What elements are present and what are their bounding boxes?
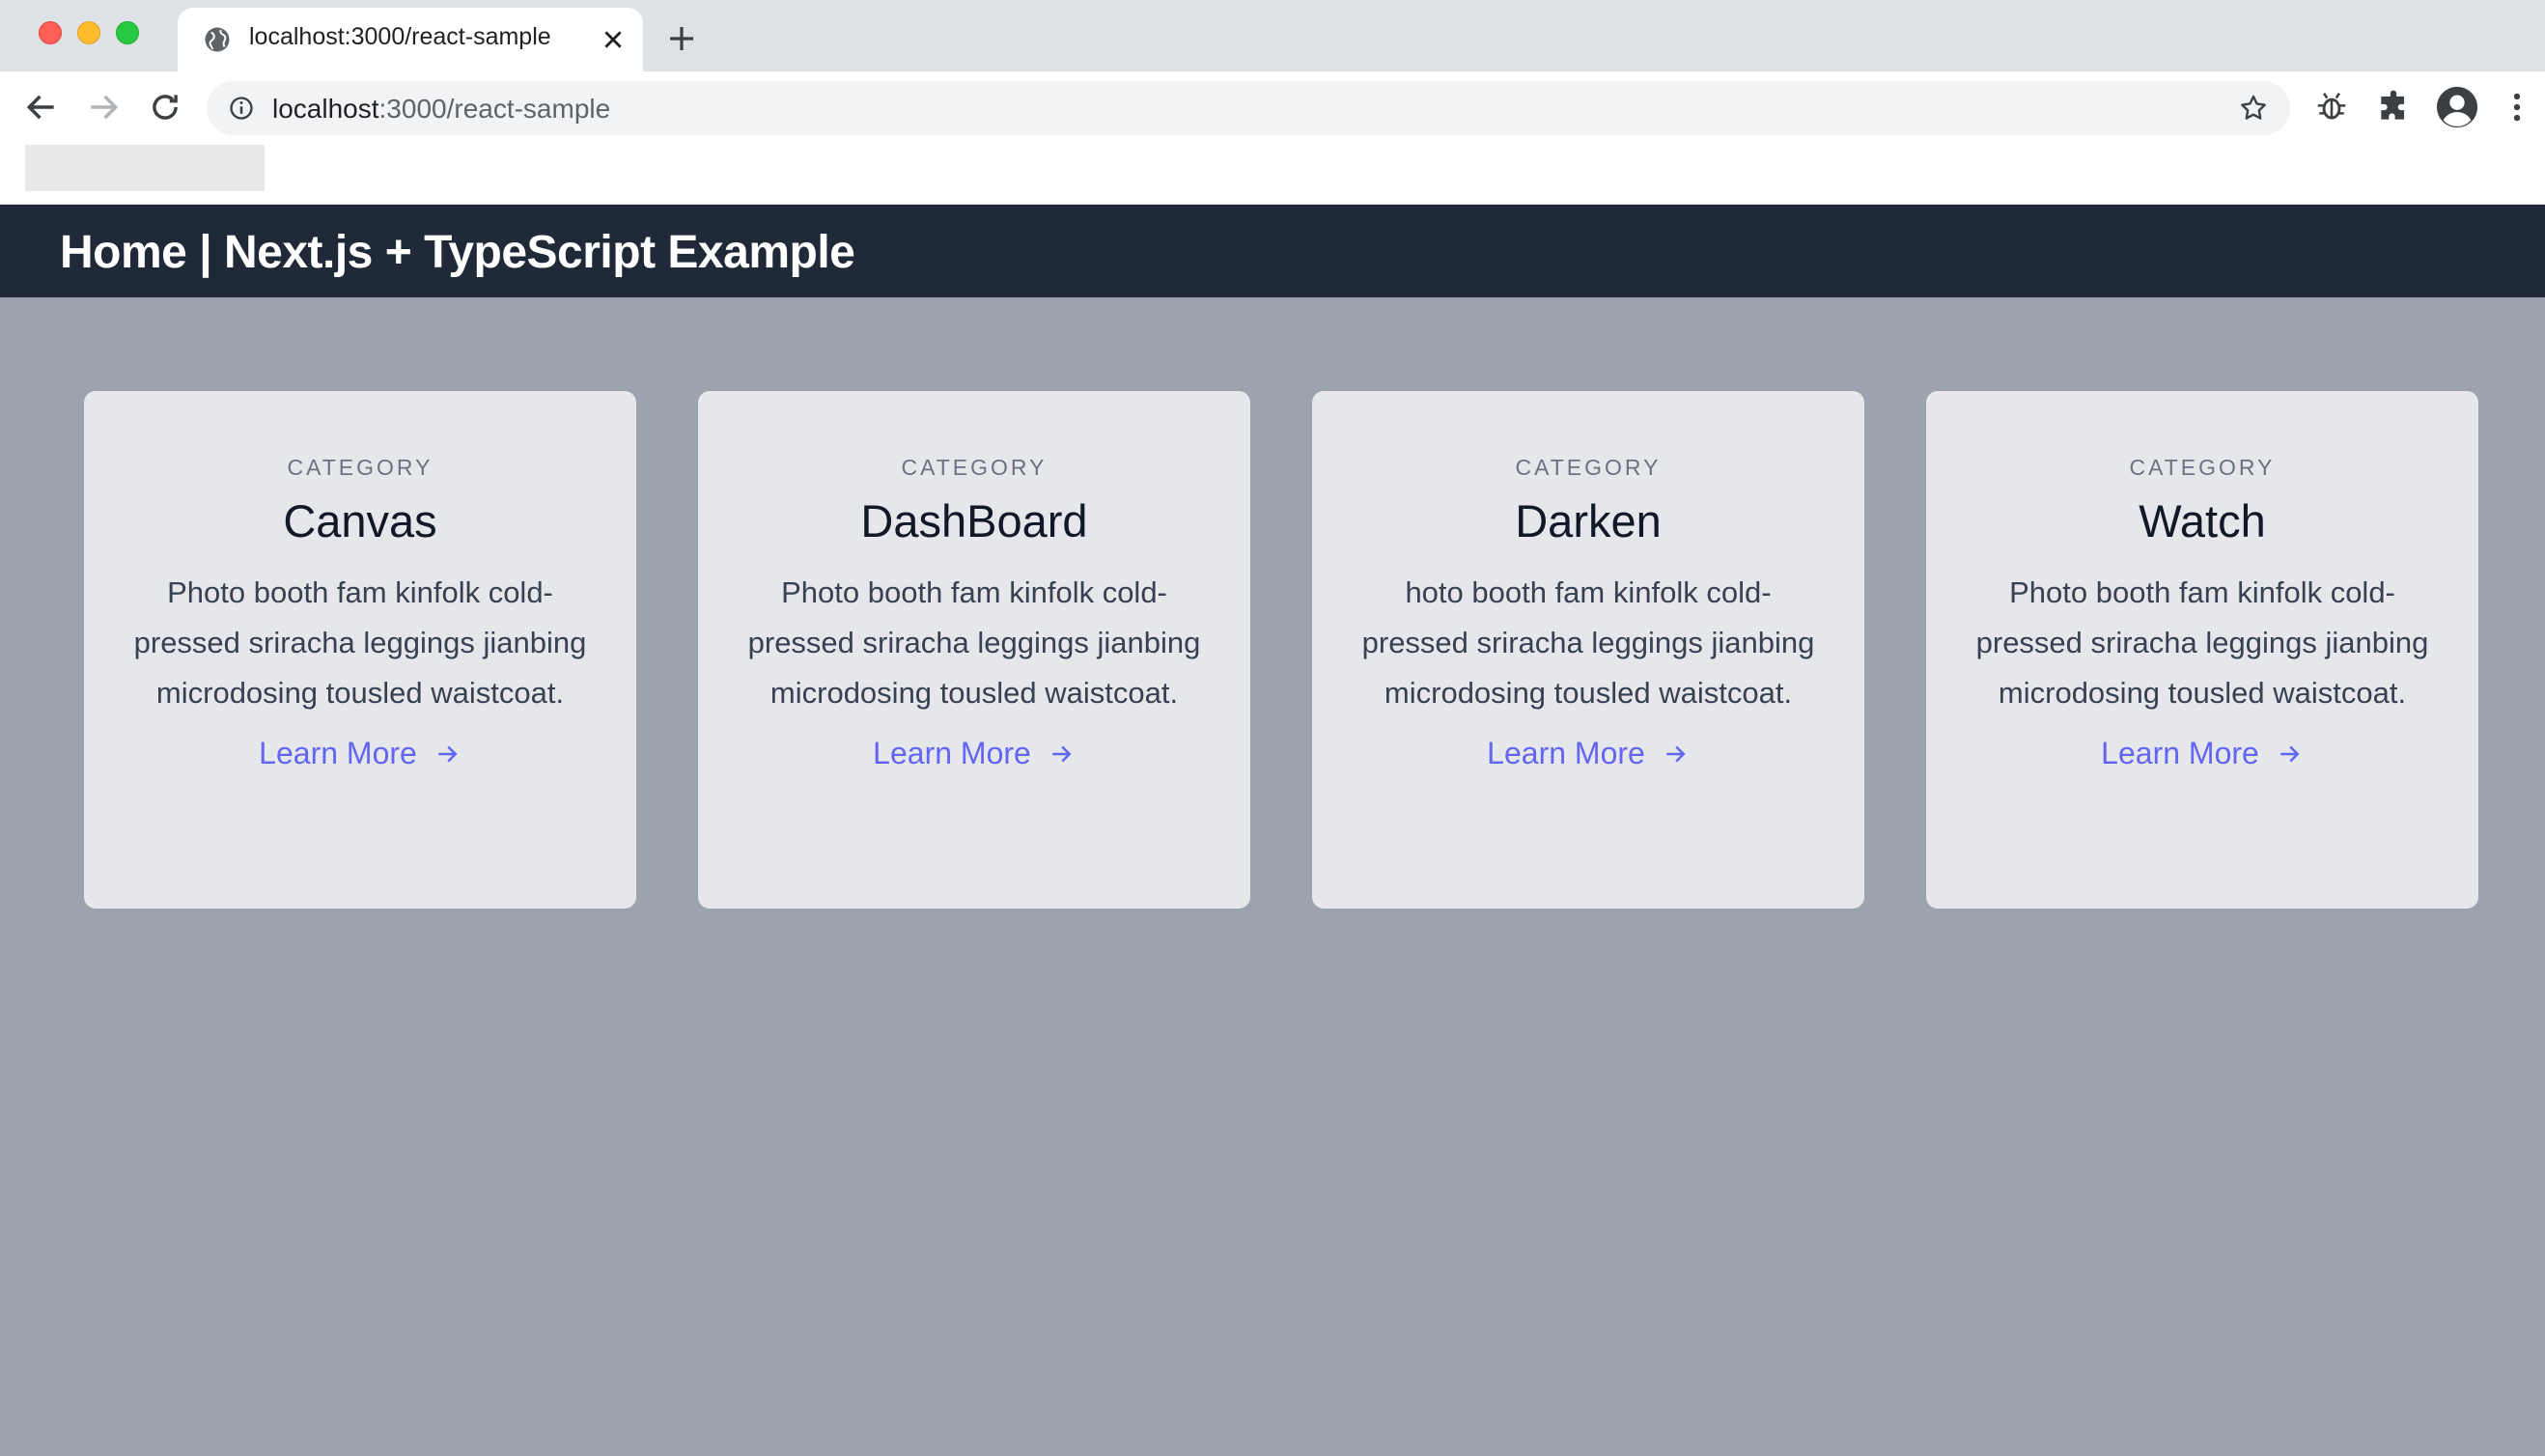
card-dashboard: CATEGORY DashBoard Photo booth fam kinfo… — [698, 391, 1250, 909]
globe-icon — [205, 27, 230, 52]
learn-more-label: Learn More — [873, 736, 1031, 770]
card-category: CATEGORY — [2129, 455, 2276, 480]
forward-arrow-icon[interactable] — [85, 89, 122, 126]
url-text: localhost:3000/react-sample — [272, 94, 610, 125]
card-description: Photo booth fam kinfolk cold-pressed sri… — [747, 575, 1201, 710]
card-title: Watch — [2139, 495, 2266, 546]
learn-more-link[interactable]: Learn More — [2101, 736, 2304, 771]
info-icon[interactable] — [228, 95, 255, 122]
arrow-right-icon — [438, 745, 458, 762]
tab-title: localhost:3000/react-sample — [249, 23, 551, 50]
card-category: CATEGORY — [901, 455, 1048, 480]
url-path: :3000/react-sample — [378, 94, 611, 124]
card-description: Photo booth fam kinfolk cold-pressed sri… — [133, 575, 587, 710]
bug-extension-icon[interactable] — [2313, 89, 2350, 126]
window-zoom-button[interactable] — [116, 21, 139, 44]
main-content: CATEGORY Canvas Photo booth fam kinfolk … — [0, 297, 2545, 1456]
close-icon[interactable] — [601, 27, 626, 52]
learn-more-link[interactable]: Learn More — [873, 736, 1076, 771]
card-description: hoto booth fam kinfolk cold-pressed srir… — [1361, 575, 1815, 710]
learn-more-label: Learn More — [259, 736, 417, 770]
learn-more-link[interactable]: Learn More — [1487, 736, 1690, 771]
card-darken: CATEGORY Darken hoto booth fam kinfolk c… — [1312, 391, 1864, 909]
card-canvas: CATEGORY Canvas Photo booth fam kinfolk … — [84, 391, 636, 909]
card-grid: CATEGORY Canvas Photo booth fam kinfolk … — [84, 391, 2478, 909]
new-tab-plus-icon[interactable] — [666, 23, 697, 54]
card-title: DashBoard — [860, 495, 1088, 546]
card-category: CATEGORY — [287, 455, 433, 480]
window-minimize-button[interactable] — [77, 21, 100, 44]
page-title: Home | Next.js + TypeScript Example — [60, 227, 855, 278]
reload-icon[interactable] — [147, 89, 183, 126]
bookmarks-bar — [0, 143, 2545, 205]
card-title: Darken — [1515, 495, 1662, 546]
more-menu-icon[interactable] — [2503, 89, 2531, 126]
card-title: Canvas — [283, 495, 437, 546]
card-category: CATEGORY — [1515, 455, 1662, 480]
browser-tabstrip: localhost:3000/react-sample — [0, 0, 2545, 71]
arrow-right-icon — [2280, 745, 2300, 762]
back-arrow-icon[interactable] — [23, 89, 60, 126]
bookmark-placeholder — [25, 145, 265, 191]
window-close-button[interactable] — [39, 21, 62, 44]
bookmark-star-icon[interactable] — [2238, 93, 2269, 124]
arrow-right-icon — [1666, 745, 1686, 762]
url-host: localhost — [272, 94, 379, 124]
puzzle-extensions-icon[interactable] — [2375, 89, 2412, 126]
site-header: Home | Next.js + TypeScript Example — [0, 205, 2545, 297]
learn-more-link[interactable]: Learn More — [259, 736, 461, 771]
browser-toolbar: localhost:3000/react-sample — [0, 71, 2545, 143]
card-description: Photo booth fam kinfolk cold-pressed sri… — [1975, 575, 2429, 710]
arrow-right-icon — [1052, 745, 1072, 762]
learn-more-label: Learn More — [1487, 736, 1645, 770]
card-watch: CATEGORY Watch Photo booth fam kinfolk c… — [1926, 391, 2478, 909]
learn-more-label: Learn More — [2101, 736, 2259, 770]
profile-avatar-icon[interactable] — [2435, 85, 2479, 129]
browser-tab[interactable]: localhost:3000/react-sample — [178, 8, 643, 71]
address-bar[interactable]: localhost:3000/react-sample — [207, 81, 2290, 135]
